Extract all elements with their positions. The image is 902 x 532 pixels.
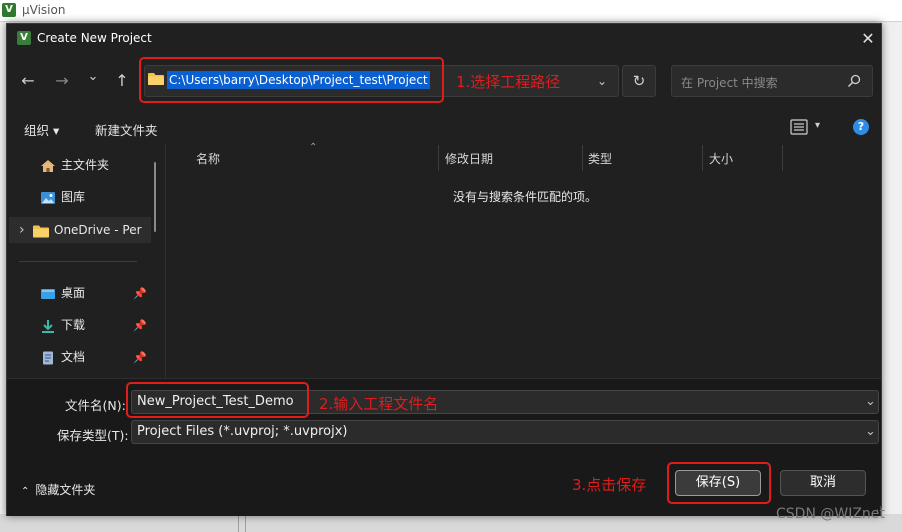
filetype-select[interactable]: Project Files (*.uvproj; *.uvprojx): [131, 420, 879, 444]
nav-item-label: 文档: [61, 350, 86, 364]
nav-divider: [19, 261, 137, 262]
pane-divider[interactable]: [165, 144, 166, 378]
view-dropdown-icon[interactable]: ▾: [815, 120, 820, 131]
dialog-title: Create New Project: [37, 31, 152, 45]
column-header-size[interactable]: 大小: [709, 150, 733, 167]
app-divider: [245, 514, 246, 532]
pin-icon[interactable]: 📌: [133, 287, 147, 300]
filename-label: 文件名(N):: [65, 398, 126, 413]
column-header-name[interactable]: 名称: [196, 150, 220, 167]
hide-folders-toggle[interactable]: ⌃ 隐藏文件夹: [21, 481, 95, 498]
view-list-icon[interactable]: [790, 119, 808, 135]
desktop-icon: [41, 288, 55, 299]
folder-icon: [33, 225, 49, 237]
nav-item-label: 下载: [61, 318, 86, 332]
nav-item-label: OneDrive - Per: [54, 223, 142, 237]
create-project-dialog: V Create New Project ✕ ← → ⌄ ↑ C:\Users\…: [6, 23, 882, 516]
callout-box-path: [139, 57, 444, 103]
search-placeholder: 在 Project 中搜索: [681, 76, 778, 90]
back-arrow-icon[interactable]: ←: [15, 68, 41, 94]
help-icon[interactable]: ?: [853, 119, 869, 135]
app-title-bar: [0, 0, 902, 22]
app-right-strip: [880, 22, 902, 532]
nav-scrollbar[interactable]: [154, 162, 156, 232]
nav-item-home[interactable]: 主文件夹: [40, 152, 150, 178]
app-divider: [238, 514, 239, 532]
pin-icon[interactable]: 📌: [133, 351, 147, 364]
nav-item-label: 桌面: [61, 286, 86, 300]
chevron-down-icon[interactable]: ⌄: [865, 394, 876, 409]
hide-folders-label: 隐藏文件夹: [35, 483, 96, 497]
sort-ascending-icon: ⌃: [309, 142, 318, 153]
column-separator[interactable]: [702, 145, 703, 171]
home-icon: [41, 159, 55, 172]
cancel-button[interactable]: 取消: [780, 470, 866, 496]
close-icon[interactable]: ✕: [857, 28, 879, 50]
callout-box-save: [667, 462, 771, 504]
filetype-value: Project Files (*.uvproj; *.uvprojx): [137, 424, 348, 439]
callout-step1-text: 1.选择工程路径: [456, 73, 561, 91]
forward-arrow-icon[interactable]: →: [49, 68, 75, 94]
nav-item-onedrive[interactable]: › OneDrive - Per: [19, 217, 151, 243]
column-header-type[interactable]: 类型: [588, 150, 612, 167]
nav-item-label: 主文件夹: [61, 158, 110, 172]
nav-item-label: 图库: [61, 190, 86, 204]
chevron-down-icon[interactable]: ⌄: [865, 424, 876, 439]
nav-item-gallery[interactable]: 图库: [40, 184, 150, 210]
app-bottom-area: [0, 514, 902, 532]
column-header-date[interactable]: 修改日期: [445, 150, 493, 167]
uvision-dialog-icon: V: [17, 31, 31, 45]
watermark: CSDN @WIZnet: [776, 506, 885, 522]
column-separator[interactable]: [782, 145, 783, 171]
column-separator[interactable]: [438, 145, 439, 171]
column-separator[interactable]: [582, 145, 583, 171]
search-icon[interactable]: [847, 74, 861, 88]
up-arrow-icon[interactable]: ↑: [109, 68, 135, 94]
filetype-label: 保存类型(T):: [57, 428, 129, 443]
new-folder-button[interactable]: 新建文件夹: [95, 120, 158, 139]
chevron-down-icon[interactable]: ⌄: [587, 66, 617, 96]
pin-icon[interactable]: 📌: [133, 319, 147, 332]
chevron-up-icon: ⌃: [21, 486, 30, 497]
callout-step3-text: 3.点击保存: [572, 476, 647, 494]
recent-locations-chevron-icon[interactable]: ⌄: [80, 64, 106, 90]
empty-result-message: 没有与搜索条件匹配的项。: [453, 190, 598, 204]
gallery-icon: [41, 191, 55, 204]
app-title: µVision: [22, 3, 66, 17]
refresh-icon[interactable]: ↻: [622, 65, 656, 97]
expand-chevron-icon[interactable]: ›: [19, 217, 33, 243]
callout-step2-text: 2.输入工程文件名: [319, 395, 439, 413]
uvision-logo-icon: V: [2, 3, 16, 17]
document-icon: [43, 351, 53, 364]
organize-menu-button[interactable]: 组织 ▾: [24, 120, 59, 139]
callout-box-filename: [126, 382, 309, 418]
download-icon: [42, 319, 54, 333]
